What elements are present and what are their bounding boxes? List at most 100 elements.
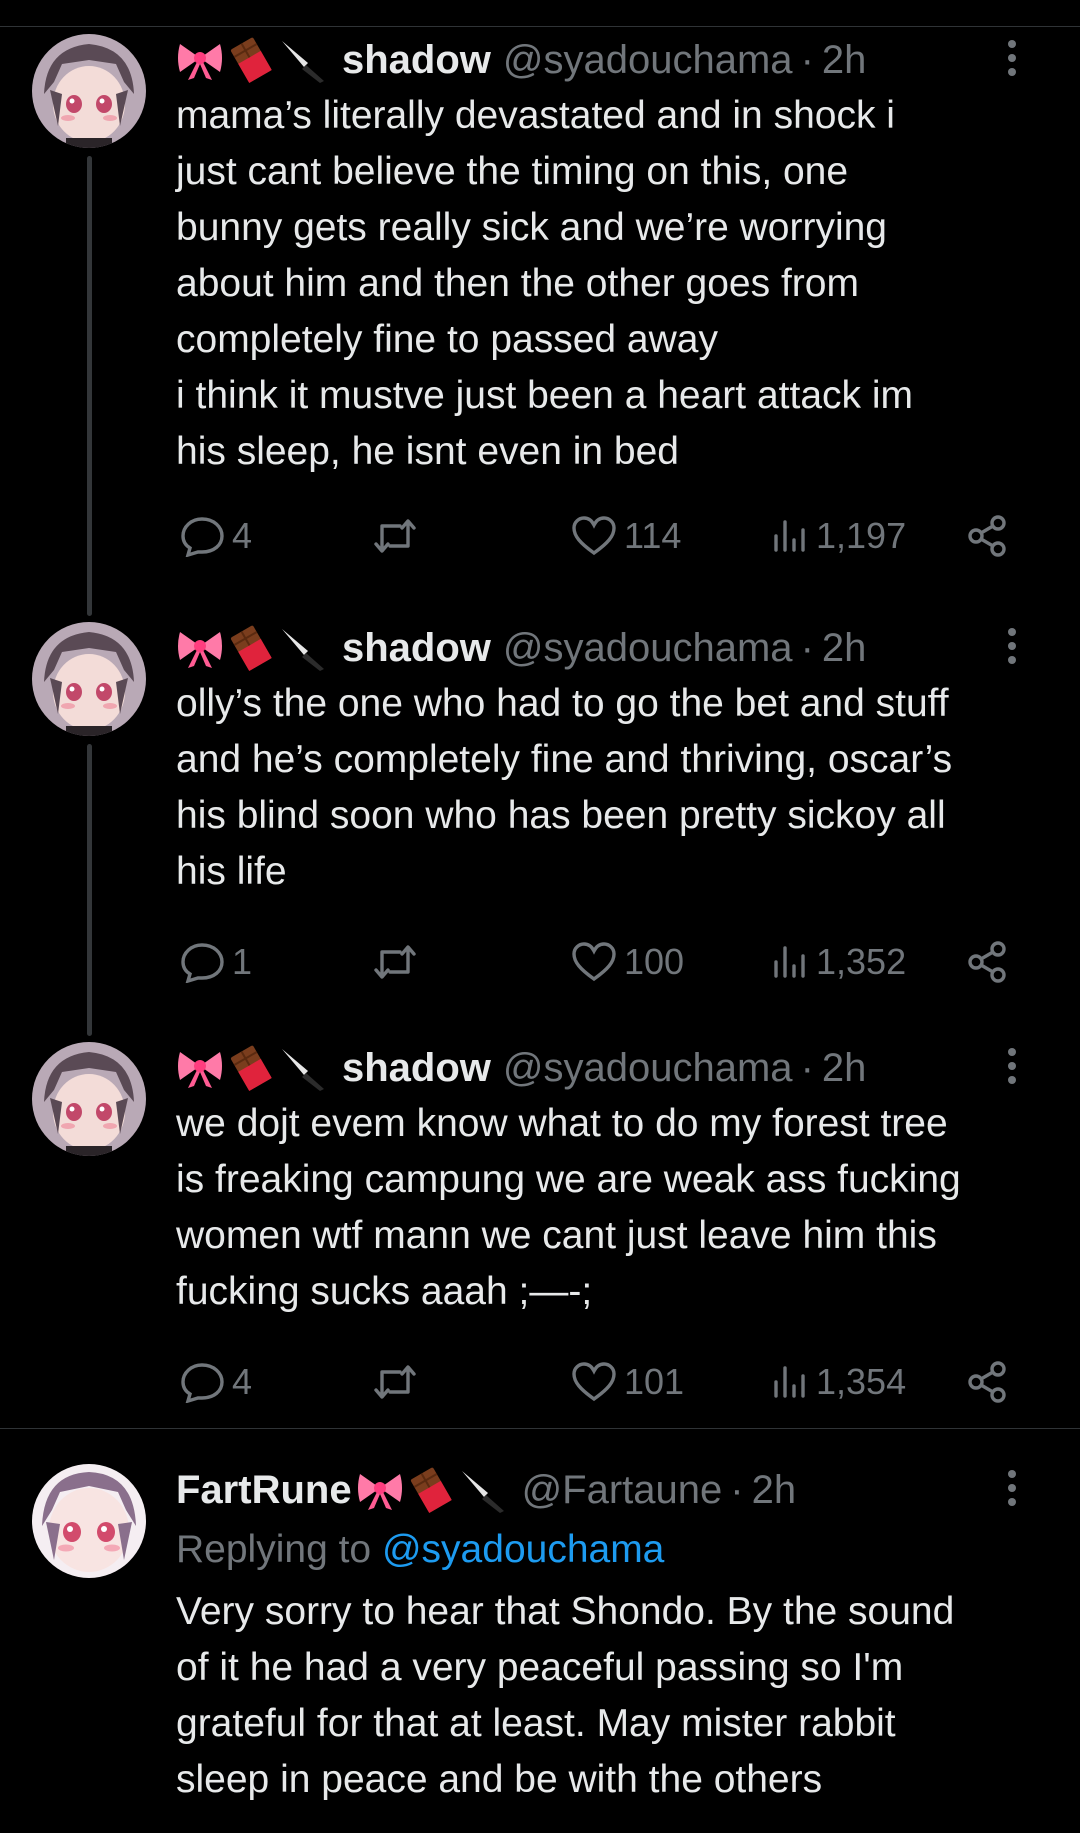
reply-button[interactable]: 4: [180, 1352, 252, 1412]
timestamp[interactable]: 2h: [822, 626, 867, 671]
display-name[interactable]: shadow: [342, 1046, 491, 1091]
share-button[interactable]: [966, 1352, 1010, 1412]
tweet-text-line: his blind soon who has been pretty sicko…: [176, 794, 946, 837]
tweet-header: shadow @syadouchama · 2h: [176, 618, 1046, 678]
avatar[interactable]: [32, 1042, 146, 1156]
like-button[interactable]: 100: [570, 932, 684, 992]
views-icon: [774, 1366, 805, 1398]
tweet-text-line: his life: [176, 850, 287, 893]
reply-button[interactable]: 4: [180, 506, 252, 566]
tweet-text-line: completely fine to passed away: [176, 318, 718, 361]
tweet-header: shadow @syadouchama · 2h: [176, 30, 1046, 90]
tweet-actions: 4 101 1,354: [176, 1352, 1046, 1412]
timestamp[interactable]: 2h: [822, 38, 867, 83]
chocolate-bar-icon: [230, 37, 272, 83]
views-button[interactable]: 1,354: [770, 1352, 906, 1412]
heart-icon: [572, 1362, 616, 1402]
views-icon: [774, 520, 805, 552]
tweet-text: Very sorry to hear that Shondo. By the s…: [176, 1584, 1046, 1808]
retweet-icon: [374, 1365, 416, 1399]
retweet-button[interactable]: [370, 932, 420, 992]
avatar-image: [32, 622, 146, 736]
reply-count: 4: [232, 515, 253, 556]
name-emojis: [176, 625, 328, 671]
tweet-text: we dojt evem know what to do my forest t…: [176, 1096, 1046, 1320]
tweet-text-line: bunny gets really sick and we’re worryin…: [176, 206, 887, 249]
share-button[interactable]: [966, 506, 1010, 566]
separator-dot: ·: [800, 625, 814, 670]
reply-count: 4: [232, 1361, 253, 1402]
tweet-content: shadow @syadouchama · 2h mama’s literall…: [176, 30, 1046, 566]
tweet-text-line: sleep in peace and be with the others: [176, 1758, 823, 1801]
retweet-icon: [374, 519, 416, 553]
heart-icon: [572, 942, 616, 982]
ribbon-icon: [178, 1052, 222, 1088]
separator-dot: ·: [800, 1045, 814, 1090]
timestamp[interactable]: 2h: [752, 1468, 797, 1513]
timestamp[interactable]: 2h: [822, 1046, 867, 1091]
views-button[interactable]: 1,352: [770, 932, 906, 992]
chocolate-bar-icon: [410, 1467, 452, 1513]
retweet-button[interactable]: [370, 1352, 420, 1412]
view-count: 1,197: [816, 515, 907, 556]
more-options-icon[interactable]: [992, 38, 1032, 78]
user-handle[interactable]: @syadouchama: [503, 626, 793, 671]
like-count: 100: [624, 941, 685, 982]
tweet-actions: 1 100 1,352: [176, 932, 1046, 992]
tweet-text-line: we dojt evem know what to do my forest t…: [176, 1102, 948, 1145]
reply-icon: [181, 1363, 224, 1403]
share-icon: [968, 1361, 1006, 1403]
more-options-icon[interactable]: [992, 1046, 1032, 1086]
display-name[interactable]: FartRune: [176, 1468, 352, 1513]
heart-icon: [572, 516, 616, 556]
tweet-content: shadow @syadouchama · 2h we dojt evem kn…: [176, 1038, 1046, 1412]
avatar-image: [32, 1464, 146, 1578]
avatar[interactable]: [32, 1464, 146, 1578]
avatar-image: [32, 1042, 146, 1156]
like-button[interactable]: 114: [570, 506, 681, 566]
share-button[interactable]: [966, 932, 1010, 992]
avatar[interactable]: [32, 34, 146, 148]
tweet-text-line: his sleep, he isnt even in bed: [176, 430, 680, 473]
user-handle[interactable]: @syadouchama: [503, 38, 793, 83]
tweet-actions: 4 114 1,197: [176, 506, 1046, 566]
tweet-content: FartRune @Fartaune · 2h Replying to @sya…: [176, 1460, 1046, 1808]
replying-to-label: Replying to: [176, 1528, 372, 1571]
view-count: 1,352: [816, 941, 907, 982]
user-handle[interactable]: @Fartaune: [522, 1468, 723, 1513]
share-icon: [968, 515, 1006, 557]
tweet-text: mama’s literally devastated and in shock…: [176, 88, 1046, 480]
tweet-text-line: just cant believe the timing on this, on…: [176, 150, 849, 193]
ribbon-icon: [178, 632, 222, 668]
user-handle[interactable]: @syadouchama: [503, 1046, 793, 1091]
avatar-image: [32, 34, 146, 148]
tweet-text-line: of it he had a very peaceful passing so …: [176, 1646, 904, 1689]
reply-button[interactable]: 1: [180, 932, 252, 992]
thread-line: [87, 156, 92, 616]
tweet-text-line: about him and then the other goes from: [176, 262, 859, 305]
tweet-text-line: mama’s literally devastated and in shock…: [176, 94, 895, 137]
more-options-icon[interactable]: [992, 626, 1032, 666]
tweet-header: shadow @syadouchama · 2h: [176, 1038, 1046, 1098]
tweet-text-line: Very sorry to hear that Shondo. By the s…: [176, 1590, 955, 1633]
tweet-text-line: olly’s the one who had to go the bet and…: [176, 682, 949, 725]
tweet-text-line: i think it mustve just been a heart atta…: [176, 374, 914, 417]
retweet-button[interactable]: [370, 506, 420, 566]
avatar[interactable]: [32, 622, 146, 736]
knife-icon: [282, 1049, 324, 1091]
knife-icon: [461, 1471, 504, 1513]
display-name[interactable]: shadow: [342, 626, 491, 671]
tweet-text-line: women wtf mann we cant just leave him th…: [176, 1214, 937, 1257]
replying-to-mention[interactable]: @syadouchama: [382, 1528, 664, 1571]
tweet-text-line: grateful for that at least. May mister r…: [176, 1702, 896, 1745]
more-options-icon[interactable]: [992, 1468, 1032, 1508]
chocolate-bar-icon: [230, 1045, 272, 1091]
knife-icon: [282, 41, 324, 83]
views-button[interactable]: 1,197: [770, 506, 906, 566]
display-name[interactable]: shadow: [342, 38, 491, 83]
like-button[interactable]: 101: [570, 1352, 684, 1412]
tweet-header: FartRune @Fartaune · 2h: [176, 1460, 1046, 1520]
tweet-text-line: fucking sucks aaah ;—-;: [176, 1270, 593, 1313]
separator-dot: ·: [800, 37, 814, 82]
chocolate-bar-icon: [230, 625, 272, 671]
